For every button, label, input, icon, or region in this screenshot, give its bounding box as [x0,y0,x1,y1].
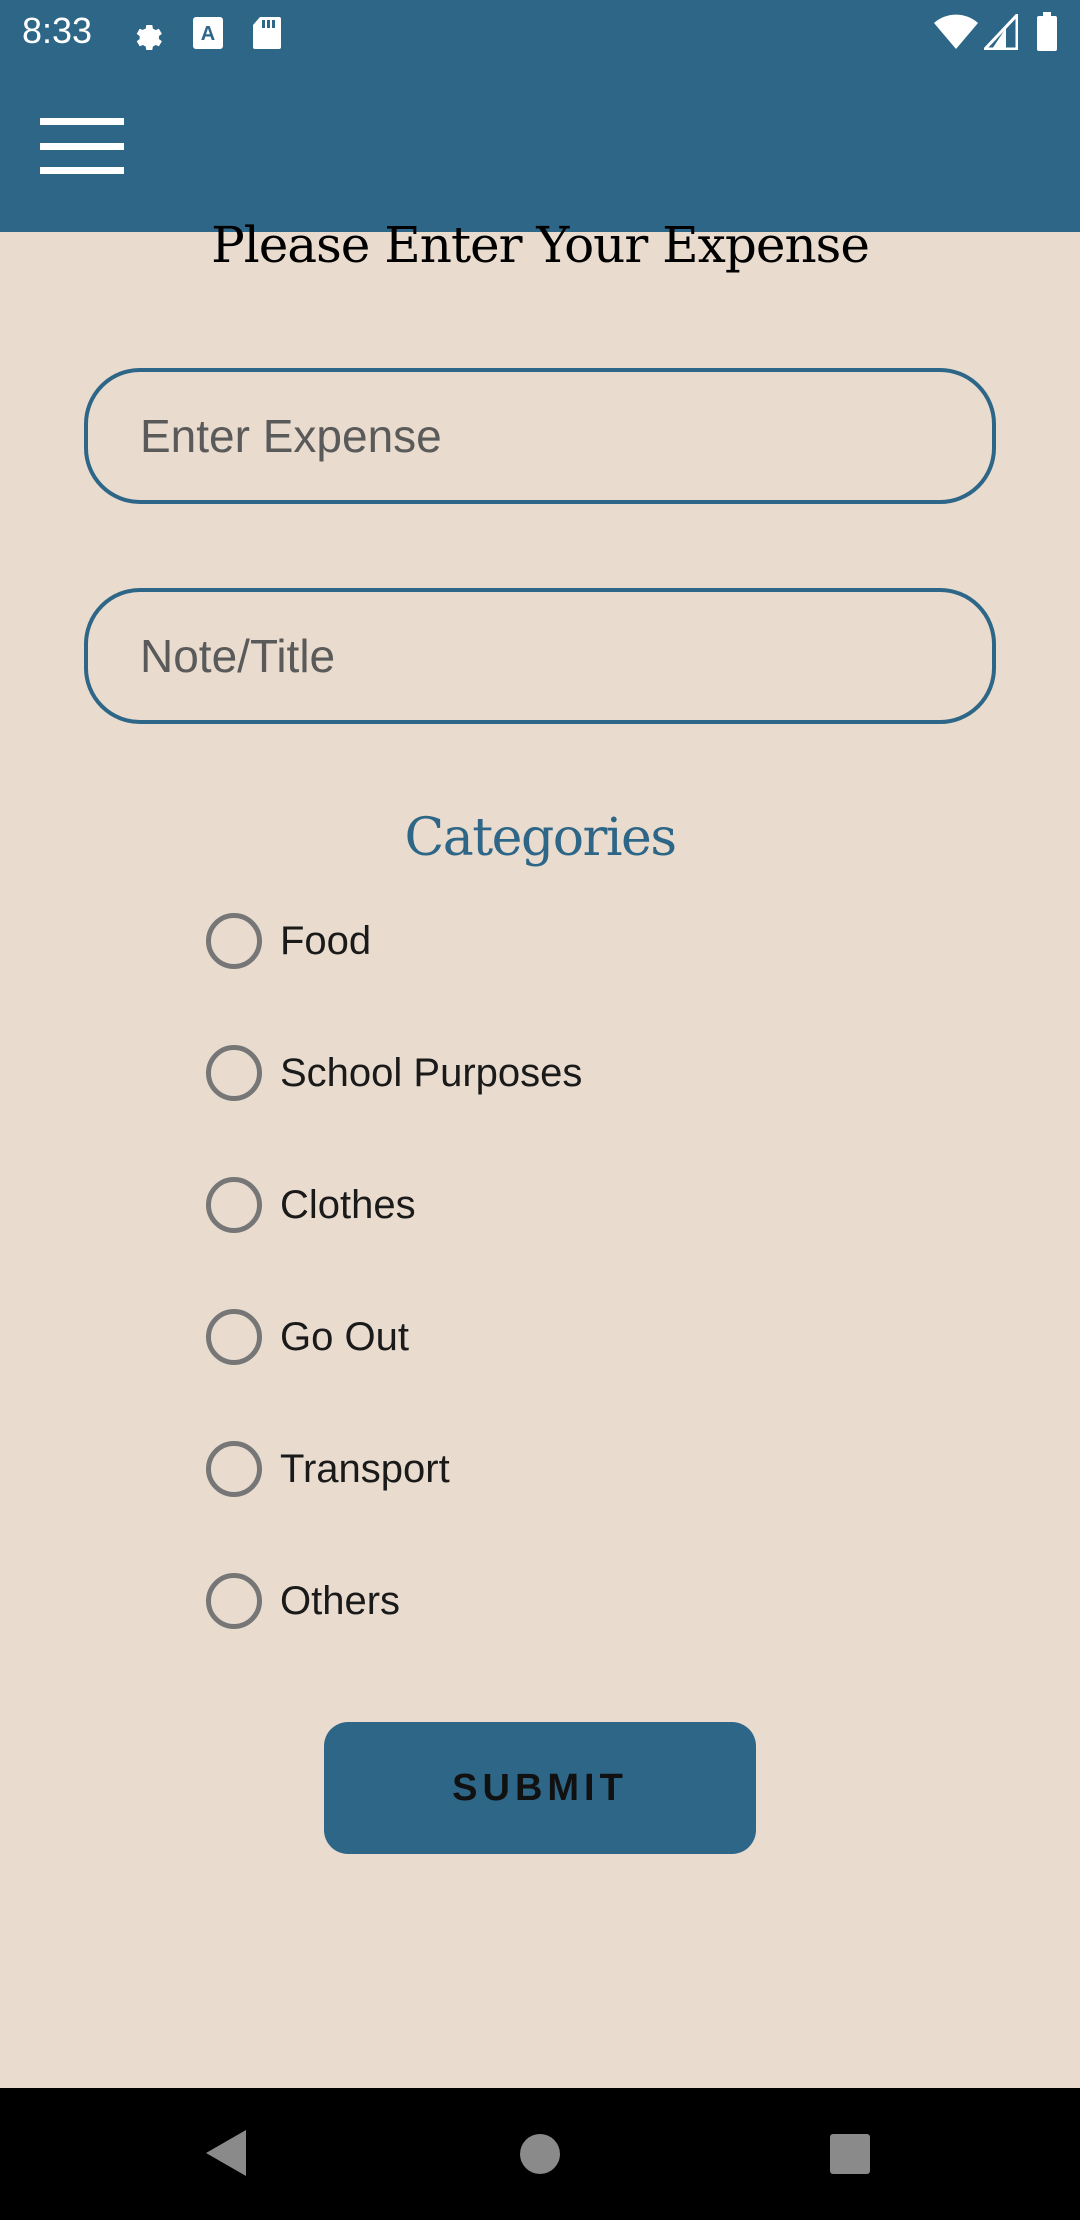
radio-option-go-out[interactable]: Go Out [206,1297,409,1377]
status-bar: 8:33 A [0,0,1080,66]
radio-option-transport[interactable]: Transport [206,1429,450,1509]
home-icon[interactable] [518,2132,562,2181]
signal-icon [981,11,1019,55]
a-icon: A [192,16,224,55]
radio-label: Others [280,1578,401,1623]
radio-button[interactable] [206,913,262,969]
radio-button[interactable] [206,1309,262,1365]
app-bar [0,66,1080,232]
gear-icon [128,16,164,57]
radio-label: School Purposes [280,1050,583,1095]
radio-label: Food [280,918,372,963]
categories-title: Categories [404,808,678,868]
radio-button[interactable] [206,1045,262,1101]
page-title: Please Enter Your Expense [211,216,870,274]
wifi-icon [934,14,978,55]
battery-icon [1036,12,1058,57]
radio-option-others[interactable]: Others [206,1561,400,1641]
radio-button[interactable] [206,1441,262,1497]
submit-button[interactable]: SUBMIT [324,1722,756,1854]
navigation-bar [0,2088,1080,2220]
radio-option-clothes[interactable]: Clothes [206,1165,416,1245]
recents-icon[interactable] [828,2132,872,2181]
expense-input[interactable] [84,368,996,504]
radio-button[interactable] [206,1177,262,1233]
back-icon[interactable] [204,2128,248,2183]
radio-option-food[interactable]: Food [206,901,371,981]
svg-text:A: A [201,23,215,45]
radio-label: Transport [280,1446,450,1491]
radio-label: Go Out [280,1314,409,1359]
note-title-input[interactable] [84,588,996,724]
radio-button[interactable] [206,1573,262,1629]
menu-icon[interactable] [40,116,124,176]
status-time: 8:33 [22,10,93,51]
radio-label: Clothes [280,1182,416,1227]
radio-option-school-purposes[interactable]: School Purposes [206,1033,582,1113]
sd-card-icon [252,16,282,55]
